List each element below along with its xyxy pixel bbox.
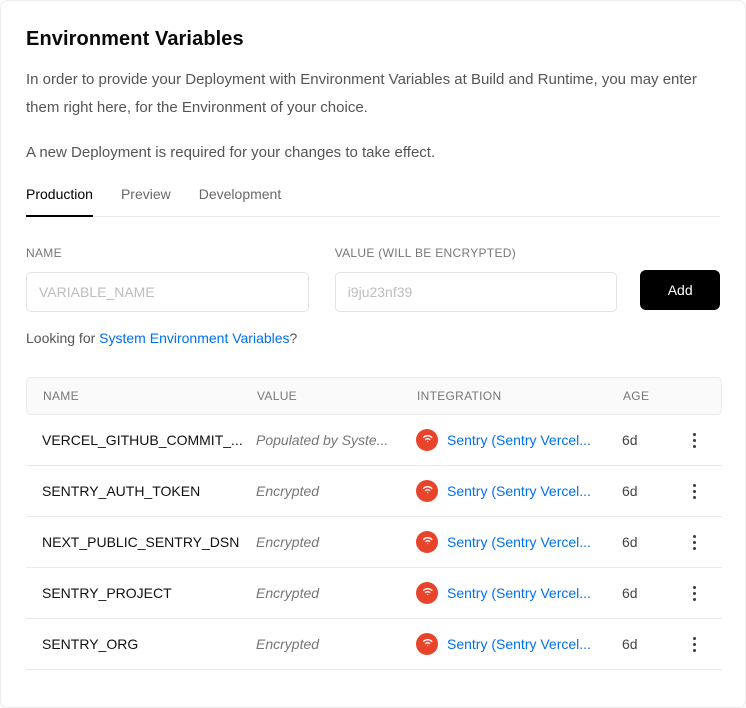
environment-variables-panel: Environment Variables In order to provid… (0, 0, 746, 708)
tab-development[interactable]: Development (199, 186, 282, 217)
env-var-age: 6d (622, 432, 682, 448)
deployment-note: A new Deployment is required for your ch… (26, 142, 720, 163)
table-row: SENTRY_AUTH_TOKEN Encrypted Sentry (Sent… (26, 466, 722, 517)
env-var-age: 6d (622, 534, 682, 550)
variable-value-input[interactable] (335, 272, 618, 312)
integration-link[interactable]: Sentry (Sentry Vercel... (447, 534, 591, 550)
system-env-link[interactable]: System Environment Variables (99, 330, 289, 346)
env-var-name: SENTRY_AUTH_TOKEN (42, 483, 256, 499)
integration-link[interactable]: Sentry (Sentry Vercel... (447, 483, 591, 499)
table-row: SENTRY_ORG Encrypted Sentry (Sentry Verc… (26, 619, 722, 670)
integration-cell: Sentry (Sentry Vercel... (416, 582, 622, 604)
environment-tabs: Production Preview Development (26, 186, 720, 217)
env-var-name: NEXT_PUBLIC_SENTRY_DSN (42, 534, 256, 550)
integration-cell: Sentry (Sentry Vercel... (416, 531, 622, 553)
sentry-icon (416, 582, 438, 604)
table-body: VERCEL_GITHUB_COMMIT_... Populated by Sy… (26, 415, 722, 670)
tab-preview[interactable]: Preview (121, 186, 171, 217)
kebab-menu-icon (693, 535, 696, 550)
env-var-name: VERCEL_GITHUB_COMMIT_... (42, 432, 256, 448)
env-variables-table: NAME VALUE INTEGRATION AGE VERCEL_GITHUB… (26, 377, 722, 670)
column-header-age: AGE (623, 389, 681, 403)
page-description: In order to provide your Deployment with… (26, 66, 720, 122)
kebab-menu-icon (693, 586, 696, 601)
table-header-row: NAME VALUE INTEGRATION AGE (26, 377, 722, 415)
env-var-name: SENTRY_ORG (42, 636, 256, 652)
sentry-icon (416, 429, 438, 451)
integration-link[interactable]: Sentry (Sentry Vercel... (447, 636, 591, 652)
page-title: Environment Variables (26, 28, 720, 51)
integration-link[interactable]: Sentry (Sentry Vercel... (447, 432, 591, 448)
tab-production[interactable]: Production (26, 186, 93, 217)
env-var-value: Encrypted (256, 534, 416, 550)
table-row: VERCEL_GITHUB_COMMIT_... Populated by Sy… (26, 415, 722, 466)
sentry-icon (416, 633, 438, 655)
system-env-prefix: Looking for (26, 330, 99, 346)
row-menu-button[interactable] (682, 568, 706, 618)
kebab-menu-icon (693, 433, 696, 448)
env-var-value: Populated by Syste... (256, 432, 416, 448)
integration-cell: Sentry (Sentry Vercel... (416, 633, 622, 655)
env-var-age: 6d (622, 636, 682, 652)
env-var-name: SENTRY_PROJECT (42, 585, 256, 601)
env-var-age: 6d (622, 585, 682, 601)
env-var-value: Encrypted (256, 483, 416, 499)
kebab-menu-icon (693, 637, 696, 652)
variable-name-input[interactable] (26, 272, 309, 312)
env-var-age: 6d (622, 483, 682, 499)
add-button[interactable]: Add (640, 270, 720, 310)
integration-cell: Sentry (Sentry Vercel... (416, 429, 622, 451)
env-var-value: Encrypted (256, 636, 416, 652)
system-env-line: Looking for System Environment Variables… (26, 330, 720, 346)
row-menu-button[interactable] (682, 517, 706, 567)
name-field-label: NAME (26, 246, 309, 260)
table-row: SENTRY_PROJECT Encrypted Sentry (Sentry … (26, 568, 722, 619)
table-row: NEXT_PUBLIC_SENTRY_DSN Encrypted Sentry … (26, 517, 722, 568)
system-env-suffix: ? (290, 330, 298, 346)
env-var-value: Encrypted (256, 585, 416, 601)
kebab-menu-icon (693, 484, 696, 499)
column-header-integration: INTEGRATION (417, 389, 623, 403)
row-menu-button[interactable] (682, 466, 706, 516)
value-field-label: VALUE (WILL BE ENCRYPTED) (335, 246, 618, 260)
sentry-icon (416, 531, 438, 553)
row-menu-button[interactable] (682, 415, 706, 465)
column-header-value: VALUE (257, 389, 417, 403)
add-variable-form: NAME VALUE (WILL BE ENCRYPTED) Add (26, 246, 720, 312)
row-menu-button[interactable] (682, 619, 706, 669)
sentry-icon (416, 480, 438, 502)
integration-cell: Sentry (Sentry Vercel... (416, 480, 622, 502)
column-header-name: NAME (43, 389, 257, 403)
integration-link[interactable]: Sentry (Sentry Vercel... (447, 585, 591, 601)
